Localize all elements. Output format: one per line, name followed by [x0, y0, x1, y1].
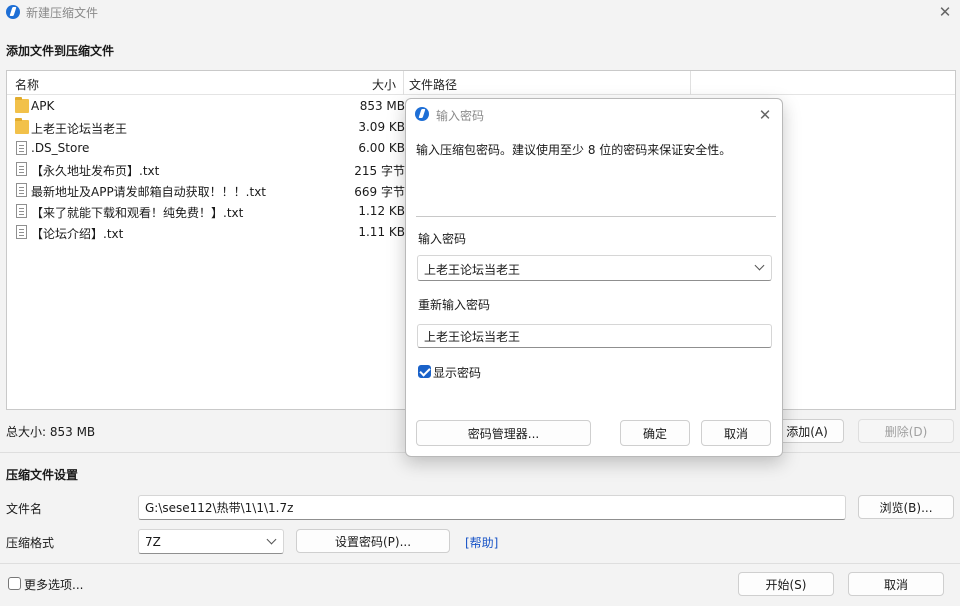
password-value: 上老王论坛当老王	[424, 263, 521, 277]
file-size: 215 字节	[354, 164, 405, 178]
app-logo-icon	[6, 5, 20, 19]
reenter-password-label: 重新输入密码	[418, 298, 491, 312]
file-list-header: 名称 大小 文件路径	[7, 71, 955, 95]
file-size: 1.11 KB	[358, 225, 405, 239]
file-size: 1.12 KB	[358, 204, 405, 218]
password-manager-button[interactable]: 密码管理器...	[416, 420, 591, 446]
column-header-path[interactable]: 文件路径	[409, 76, 457, 93]
file-row[interactable]: 【论坛介绍】.txt 1.11 KB	[7, 222, 407, 243]
document-icon	[16, 162, 27, 176]
format-select-value: 7Z	[145, 535, 161, 549]
dialog-logo-icon	[415, 107, 429, 121]
browse-button[interactable]: 浏览(B)...	[858, 495, 954, 519]
more-options-checkbox[interactable]	[8, 577, 21, 590]
file-size: 6.00 KB	[358, 141, 405, 155]
column-separator[interactable]	[690, 71, 691, 95]
document-icon	[16, 183, 27, 197]
more-options-label[interactable]: 更多选项...	[24, 576, 83, 593]
show-password-label[interactable]: 显示密码	[433, 364, 481, 381]
document-icon	[16, 141, 27, 155]
file-row[interactable]: APK 853 MB	[7, 96, 407, 117]
window-title: 新建压缩文件	[26, 6, 99, 20]
file-name: 最新地址及APP请发邮箱自动获取！！！.txt	[31, 185, 267, 199]
file-name: 【来了就能下载和观看！纯免费！】.txt	[31, 206, 244, 220]
file-name: 上老王论坛当老王	[31, 122, 128, 136]
folder-icon	[15, 97, 29, 113]
footer-cancel-button[interactable]: 取消	[848, 572, 944, 596]
delete-button[interactable]: 删除(D)	[858, 419, 954, 443]
password-label: 输入密码	[418, 232, 467, 246]
file-name: APK	[31, 99, 55, 113]
file-row[interactable]: 【来了就能下载和观看！纯免费！】.txt 1.12 KB	[7, 201, 407, 222]
dialog-divider	[416, 216, 776, 217]
dialog-close-icon[interactable]: ✕	[754, 104, 776, 126]
column-separator[interactable]	[403, 71, 404, 95]
file-size: 3.09 KB	[358, 120, 405, 134]
dialog-description: 输入压缩包密码。建议使用至少 8 位的密码来保证安全性。	[416, 143, 732, 157]
chevron-down-icon	[266, 534, 277, 545]
document-icon	[16, 225, 27, 239]
file-row[interactable]: 【永久地址发布页】.txt 215 字节	[7, 159, 407, 180]
chevron-down-icon[interactable]	[754, 260, 765, 271]
add-files-heading: 添加文件到压缩文件	[6, 44, 115, 58]
filename-input[interactable]	[138, 495, 846, 520]
file-name: 【论坛介绍】.txt	[31, 227, 124, 241]
folder-icon	[15, 118, 29, 134]
file-size: 669 字节	[354, 185, 405, 199]
dialog-cancel-button[interactable]: 取消	[701, 420, 771, 446]
password-dialog: 输入密码 ✕ 输入压缩包密码。建议使用至少 8 位的密码来保证安全性。 输入密码…	[405, 98, 783, 457]
ok-button[interactable]: 确定	[620, 420, 690, 446]
column-header-name[interactable]: 名称	[15, 76, 39, 93]
column-header-size[interactable]: 大小	[372, 76, 396, 93]
format-select[interactable]: 7Z	[138, 529, 284, 554]
help-link[interactable]: [帮助]	[465, 534, 498, 551]
show-password-checkbox[interactable]	[418, 365, 431, 378]
file-name: .DS_Store	[31, 141, 90, 155]
file-name: 【永久地址发布页】.txt	[31, 164, 160, 178]
title-bar: 新建压缩文件 ✕	[0, 0, 960, 26]
dialog-title: 输入密码	[436, 109, 485, 123]
file-size: 853 MB	[359, 99, 405, 113]
total-size-label: 总大小: 853 MB	[6, 425, 96, 439]
compression-settings-heading: 压缩文件设置	[6, 468, 79, 482]
file-row[interactable]: 上老王论坛当老王 3.09 KB	[7, 117, 407, 138]
window-close-icon[interactable]: ✕	[934, 1, 956, 23]
set-password-button[interactable]: 设置密码(P)...	[296, 529, 450, 553]
password-combobox[interactable]: 上老王论坛当老王	[417, 255, 772, 281]
filename-label: 文件名	[6, 502, 43, 516]
document-icon	[16, 204, 27, 218]
file-row[interactable]: .DS_Store 6.00 KB	[7, 138, 407, 159]
footer-divider	[0, 563, 960, 564]
file-row[interactable]: 最新地址及APP请发邮箱自动获取！！！.txt 669 字节	[7, 180, 407, 201]
format-label: 压缩格式	[6, 536, 55, 550]
start-button[interactable]: 开始(S)	[738, 572, 834, 596]
reenter-password-input[interactable]	[417, 324, 772, 348]
